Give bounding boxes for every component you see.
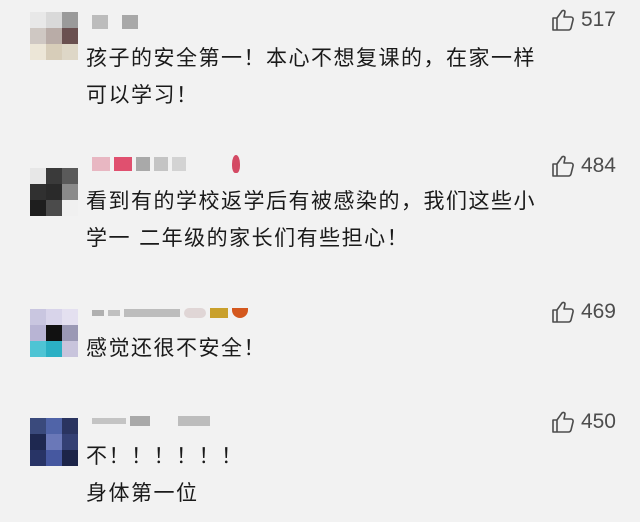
username-blurred[interactable] xyxy=(92,412,210,430)
like-count: 484 xyxy=(580,154,616,177)
comment-line: 身体第一位 xyxy=(86,481,199,505)
comment-line: 感觉还很不安全！ xyxy=(86,336,266,360)
avatar[interactable] xyxy=(30,309,78,357)
comment-line: 不！！！！！！ xyxy=(86,444,244,468)
avatar[interactable] xyxy=(30,418,78,466)
like-count: 469 xyxy=(580,300,616,323)
like-count: 450 xyxy=(580,410,616,433)
avatar[interactable] xyxy=(30,12,78,60)
comment-line: 看到有的学校返学后有被感染的，我们这些小 xyxy=(86,189,536,213)
thumbs-up-icon xyxy=(552,155,574,177)
comment-text: 感觉还很不安全！ xyxy=(86,330,626,367)
thumbs-up-icon xyxy=(552,9,574,31)
comment-line: 孩子的安全第一！本心不想复课的，在家一样 xyxy=(86,46,536,70)
comment-text: 不！！！！！！ 身体第一位 xyxy=(86,438,626,512)
like-count: 517 xyxy=(580,8,616,31)
comment-text: 孩子的安全第一！本心不想复课的，在家一样 可以学习！ xyxy=(86,40,626,114)
username-blurred[interactable] xyxy=(92,13,138,31)
thumbs-up-icon xyxy=(552,301,574,323)
comment-text: 看到有的学校返学后有被感染的，我们这些小 学一 二年级的家长们有些担心！ xyxy=(86,183,626,257)
thumbs-up-icon xyxy=(552,411,574,433)
like-button[interactable]: 484 xyxy=(551,154,616,178)
username-blurred[interactable] xyxy=(92,304,248,322)
comment-line: 学一 二年级的家长们有些担心！ xyxy=(86,226,410,250)
like-button[interactable]: 517 xyxy=(551,8,616,32)
avatar[interactable] xyxy=(30,168,78,216)
username-blurred[interactable] xyxy=(92,155,240,173)
like-button[interactable]: 469 xyxy=(551,300,616,324)
comment-line: 可以学习！ xyxy=(86,83,199,107)
like-button[interactable]: 450 xyxy=(551,410,616,434)
